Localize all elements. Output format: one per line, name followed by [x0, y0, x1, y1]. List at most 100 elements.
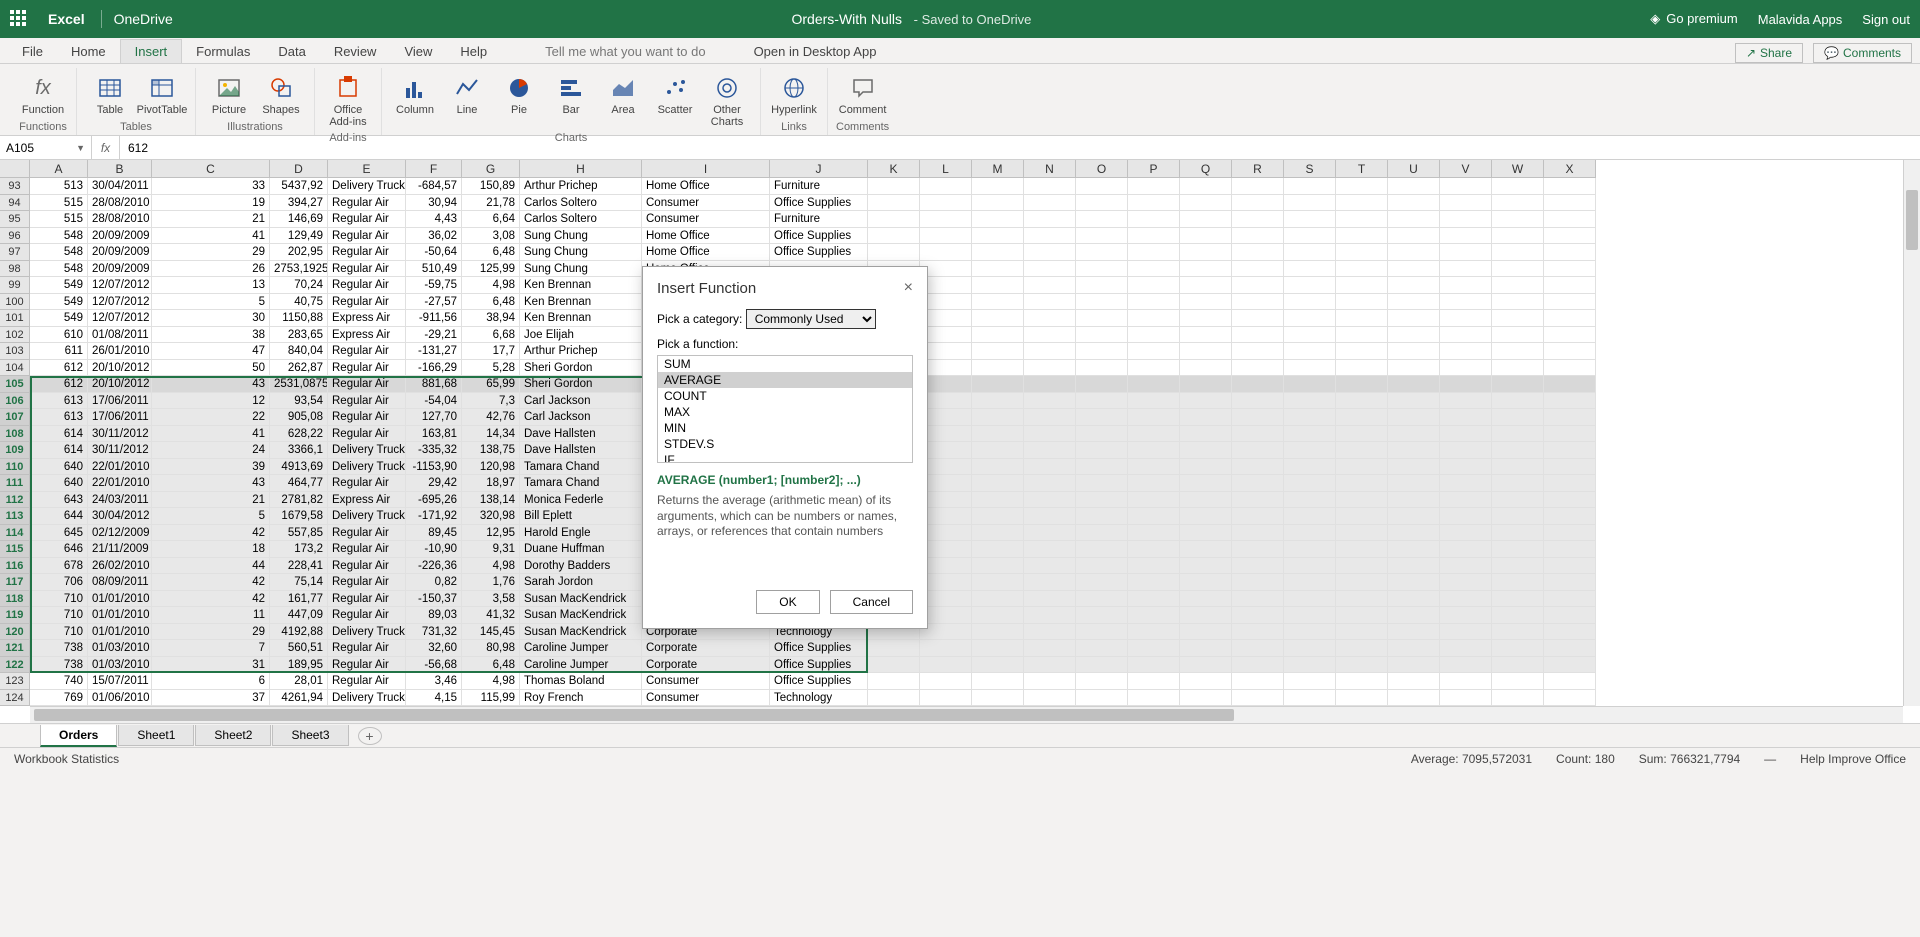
cell[interactable]	[1128, 525, 1180, 542]
cell[interactable]	[1284, 360, 1336, 377]
cell[interactable]	[1492, 360, 1544, 377]
cell[interactable]: Sheri Gordon	[520, 376, 642, 393]
cell[interactable]: 29	[152, 244, 270, 261]
tell-me-search[interactable]: Tell me what you want to do	[531, 40, 719, 63]
table-row[interactable]: 71001/01/201011447,09Regular Air89,0341,…	[30, 607, 1903, 624]
cell[interactable]	[1128, 360, 1180, 377]
cell[interactable]: -166,29	[406, 360, 462, 377]
cell[interactable]: 41,32	[462, 607, 520, 624]
cell[interactable]	[1440, 574, 1492, 591]
column-header[interactable]: Q	[1180, 160, 1232, 178]
cell[interactable]: Regular Air	[328, 277, 406, 294]
cell[interactable]: 645	[30, 525, 88, 542]
cell[interactable]	[1440, 343, 1492, 360]
column-header[interactable]: B	[88, 160, 152, 178]
cell[interactable]: 50	[152, 360, 270, 377]
cell[interactable]	[972, 640, 1024, 657]
cell[interactable]	[1284, 426, 1336, 443]
cell[interactable]	[1544, 178, 1596, 195]
cell[interactable]	[972, 327, 1024, 344]
cell[interactable]: 548	[30, 244, 88, 261]
cell[interactable]	[1440, 624, 1492, 641]
tab-help[interactable]: Help	[446, 40, 501, 63]
cell[interactable]: 447,09	[270, 607, 328, 624]
row-header[interactable]: 99	[0, 277, 30, 294]
column-header[interactable]: W	[1492, 160, 1544, 178]
cell[interactable]	[1544, 574, 1596, 591]
cell[interactable]: 21	[152, 211, 270, 228]
cell[interactable]: 4192,88	[270, 624, 328, 641]
cell[interactable]	[1232, 409, 1284, 426]
cell[interactable]	[1128, 261, 1180, 278]
cell[interactable]	[1076, 607, 1128, 624]
cell[interactable]: 515	[30, 211, 88, 228]
cell[interactable]: 42,76	[462, 409, 520, 426]
cell[interactable]: 89,45	[406, 525, 462, 542]
cell[interactable]	[1024, 195, 1076, 212]
cell[interactable]	[1180, 228, 1232, 245]
ribbon-bar[interactable]: Bar	[546, 72, 596, 118]
cell[interactable]	[1232, 508, 1284, 525]
cell[interactable]	[1180, 525, 1232, 542]
cell[interactable]	[868, 640, 920, 657]
cell[interactable]	[1492, 244, 1544, 261]
cell[interactable]: 628,22	[270, 426, 328, 443]
cell[interactable]	[1284, 574, 1336, 591]
cell[interactable]: Regular Air	[328, 591, 406, 608]
cell[interactable]: Regular Air	[328, 475, 406, 492]
cell[interactable]	[1336, 294, 1388, 311]
cell[interactable]	[1076, 310, 1128, 327]
cell[interactable]	[972, 277, 1024, 294]
cell[interactable]	[1024, 558, 1076, 575]
cell[interactable]: 560,51	[270, 640, 328, 657]
cell[interactable]	[1284, 475, 1336, 492]
cell[interactable]	[868, 178, 920, 195]
cell[interactable]	[1076, 657, 1128, 674]
cell[interactable]: 611	[30, 343, 88, 360]
cell[interactable]	[868, 195, 920, 212]
cell[interactable]	[1544, 343, 1596, 360]
cell[interactable]: 138,14	[462, 492, 520, 509]
cell[interactable]: Sung Chung	[520, 244, 642, 261]
column-header[interactable]: J	[770, 160, 868, 178]
cell[interactable]: 549	[30, 277, 88, 294]
cell[interactable]	[1388, 475, 1440, 492]
cell[interactable]	[1232, 541, 1284, 558]
cell[interactable]	[1336, 310, 1388, 327]
cell[interactable]: 129,49	[270, 228, 328, 245]
column-header[interactable]: X	[1544, 160, 1596, 178]
row-header[interactable]: 110	[0, 459, 30, 476]
cell[interactable]	[1024, 574, 1076, 591]
cell[interactable]	[1492, 640, 1544, 657]
cell[interactable]	[920, 640, 972, 657]
cell[interactable]	[1440, 228, 1492, 245]
cell[interactable]: Regular Air	[328, 393, 406, 410]
cell[interactable]	[1336, 690, 1388, 707]
cell[interactable]: 740	[30, 673, 88, 690]
cell[interactable]	[1128, 376, 1180, 393]
cell[interactable]	[1232, 310, 1284, 327]
cell[interactable]	[868, 211, 920, 228]
function-item[interactable]: MIN	[658, 420, 912, 436]
column-header[interactable]: P	[1128, 160, 1180, 178]
cell[interactable]	[1544, 657, 1596, 674]
cell[interactable]	[1232, 690, 1284, 707]
cell[interactable]	[1388, 393, 1440, 410]
ribbon-shapes[interactable]: Shapes	[256, 72, 306, 118]
cell[interactable]: 24/03/2011	[88, 492, 152, 509]
cell[interactable]	[868, 244, 920, 261]
cell[interactable]	[972, 310, 1024, 327]
cell[interactable]	[1544, 195, 1596, 212]
cell[interactable]	[1076, 459, 1128, 476]
cell[interactable]: 4,98	[462, 558, 520, 575]
cell[interactable]	[1492, 525, 1544, 542]
cell[interactable]	[1492, 426, 1544, 443]
cell[interactable]: Delivery Truck	[328, 624, 406, 641]
cell[interactable]	[1284, 277, 1336, 294]
cell[interactable]	[1076, 673, 1128, 690]
row-header[interactable]: 121	[0, 640, 30, 657]
cell[interactable]	[1388, 624, 1440, 641]
table-row[interactable]: 51528/08/201021146,69Regular Air4,436,64…	[30, 211, 1903, 228]
cell[interactable]	[972, 244, 1024, 261]
cell[interactable]	[1024, 690, 1076, 707]
